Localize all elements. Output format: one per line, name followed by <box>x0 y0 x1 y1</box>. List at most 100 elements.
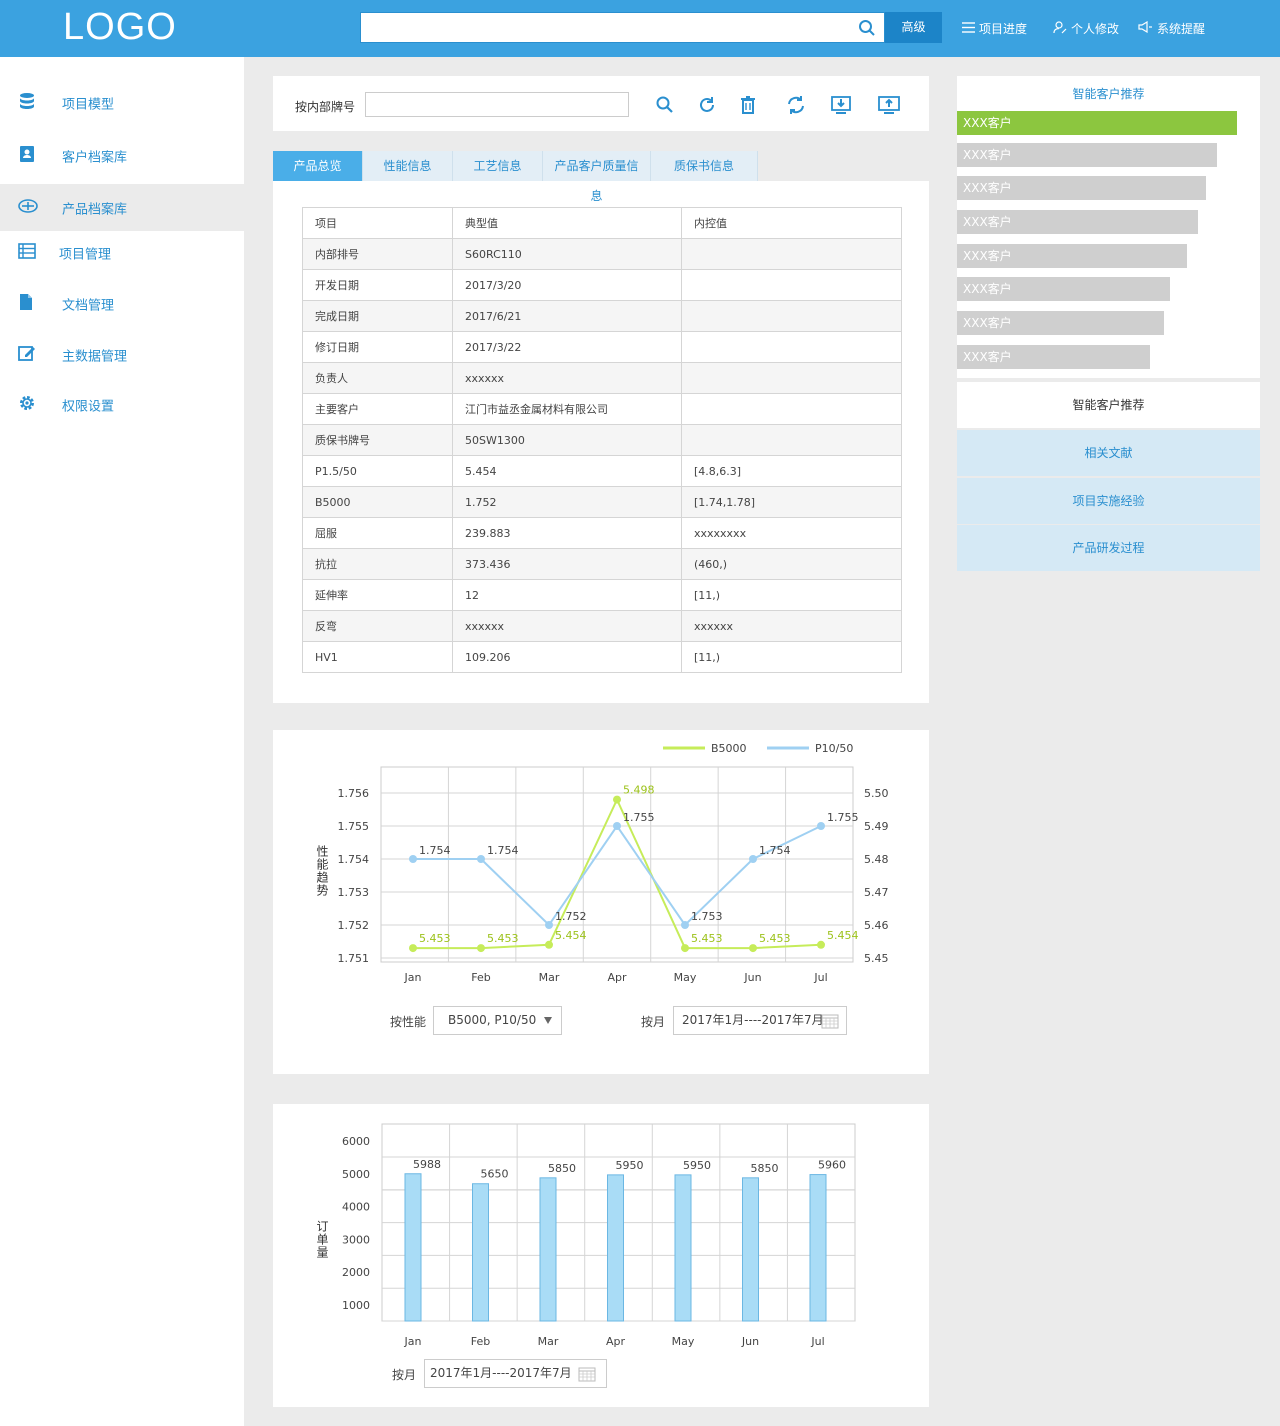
data-point <box>749 944 757 953</box>
table-row: 开发日期 2017/3/20 <box>302 269 902 301</box>
data-label: 5.453 <box>759 932 791 945</box>
bar-month-range-input[interactable]: 2017年1月----2017年7月 <box>424 1359 607 1388</box>
search-box <box>360 12 885 43</box>
data-label: 5960 <box>818 1159 846 1172</box>
data-point <box>613 795 621 804</box>
recommended-customer-bar[interactable]: XXX客户 <box>957 210 1198 234</box>
sidebar-item-project-management[interactable]: 项目管理 <box>0 228 244 278</box>
delete-icon[interactable] <box>739 95 757 118</box>
x-tick-label: Jan <box>404 1335 422 1348</box>
table-cell: 239.883 <box>452 517 682 549</box>
table-header-cell: 内控值 <box>681 207 902 239</box>
y-tick-label-right: 5.49 <box>864 820 889 833</box>
legend-label: P10/50 <box>815 742 853 755</box>
table-cell: 12 <box>452 579 682 611</box>
x-tick-label: May <box>672 1335 695 1348</box>
x-tick-label: Apr <box>606 1335 626 1348</box>
metric-filter-label: 按性能 <box>390 1015 427 1029</box>
tab-customer-quality-info[interactable]: 产品客户质量信息 <box>543 151 651 203</box>
y-tick-label-right: 5.45 <box>864 952 889 965</box>
nav-personal-edit[interactable]: 个人修改 <box>1053 20 1119 37</box>
search-icon[interactable] <box>858 19 876 40</box>
table-cell: (460,) <box>681 548 902 580</box>
related-literature-link[interactable]: 相关文献 <box>957 430 1260 476</box>
data-label: 1.754 <box>759 844 791 857</box>
recommended-customer-bar[interactable]: XXX客户 <box>957 111 1237 135</box>
project-experience-link[interactable]: 项目实施经验 <box>957 478 1260 524</box>
data-point <box>749 855 757 863</box>
sidebar-item-project-model[interactable]: 项目模型 <box>0 78 244 128</box>
bar <box>809 1174 827 1322</box>
table-row: P1.5/50 5.454 [4.8,6.3] <box>302 455 902 487</box>
month-filter-label: 按月 <box>641 1015 666 1029</box>
tab-warranty-info[interactable]: 质保书信息 <box>651 151 758 181</box>
x-tick-label: Feb <box>471 1335 490 1348</box>
archive-icon <box>18 198 38 218</box>
recommended-customer-bar[interactable]: XXX客户 <box>957 345 1150 369</box>
table-row: 抗拉 373.436 (460,) <box>302 548 902 580</box>
sidebar-item-master-data[interactable]: 主数据管理 <box>0 330 244 380</box>
recommended-customer-bar[interactable]: XXX客户 <box>957 311 1164 335</box>
data-point <box>681 921 689 929</box>
metric-select[interactable]: B5000, P10/50 <box>433 1006 562 1035</box>
table-row: B5000 1.752 [1.74,1.78] <box>302 486 902 518</box>
download-icon[interactable] <box>831 95 851 118</box>
calendar-icon <box>821 1007 839 1044</box>
table-cell: 373.436 <box>452 548 682 580</box>
x-tick-label: May <box>674 971 697 984</box>
y-tick-label-left: 1.756 <box>338 787 370 800</box>
recommended-customer-bar[interactable]: XXX客户 <box>957 176 1206 200</box>
calendar-icon <box>578 1360 596 1397</box>
y-tick-label-right: 5.47 <box>864 886 889 899</box>
document-icon <box>18 293 34 315</box>
table-cell: 2017/6/21 <box>452 300 682 332</box>
data-point <box>681 944 689 953</box>
upload-icon[interactable] <box>878 95 900 118</box>
data-label: 5988 <box>413 1158 441 1171</box>
database-icon <box>18 92 36 114</box>
tab-product-overview[interactable]: 产品总览 <box>273 151 363 181</box>
data-point <box>545 940 553 949</box>
bar-chart-ylabel: 订单量 <box>315 1220 329 1259</box>
internal-code-input[interactable] <box>365 92 629 117</box>
chevron-down-icon <box>543 1007 553 1044</box>
table-cell: 抗拉 <box>302 548 453 580</box>
table-row: 主要客户 江门市益丞金属材料有限公司 <box>302 393 902 425</box>
product-rd-process-link[interactable]: 产品研发过程 <box>957 525 1260 571</box>
sidebar-item-permissions[interactable]: 权限设置 <box>0 380 244 430</box>
table-header-row: 项目 典型值 内控值 <box>302 207 902 239</box>
month-range-input[interactable]: 2017年1月----2017年7月 <box>673 1006 847 1035</box>
recommended-customer-bar[interactable]: XXX客户 <box>957 143 1217 167</box>
data-point <box>409 944 417 953</box>
table-cell: 5.454 <box>452 455 682 487</box>
recommended-customer-bar[interactable]: XXX客户 <box>957 277 1170 301</box>
table-row: 屈服 239.883 xxxxxxxx <box>302 517 902 549</box>
data-label: 1.755 <box>623 811 655 824</box>
gear-icon <box>18 394 36 416</box>
tab-process-info[interactable]: 工艺信息 <box>453 151 543 181</box>
search-input[interactable] <box>361 13 841 42</box>
sync-icon[interactable] <box>786 95 806 118</box>
product-info-table: 项目 典型值 内控值 内部排号 S60RC110 开发日期 2017/3/20 完成日期 201… <box>302 207 902 673</box>
data-label: 5650 <box>481 1168 509 1181</box>
sidebar-item-product-archive[interactable]: 产品档案库 <box>0 184 244 231</box>
table-cell: 2017/3/20 <box>452 269 682 301</box>
table-cell: 主要客户 <box>302 393 453 425</box>
sidebar-item-label: 项目管理 <box>59 247 112 263</box>
tab-performance-info[interactable]: 性能信息 <box>363 151 453 181</box>
edit-icon <box>18 344 36 366</box>
sidebar-item-customer-archive[interactable]: 客户档案库 <box>0 131 244 181</box>
search-icon[interactable] <box>655 95 675 118</box>
advanced-search-button[interactable]: 高级 <box>885 12 942 43</box>
recommended-customer-bar[interactable]: XXX客户 <box>957 244 1187 268</box>
tab-bar: 产品总览 性能信息 工艺信息 产品客户质量信息 质保书信息 <box>273 151 758 203</box>
nav-system-alerts[interactable]: 系统提醒 <box>1138 20 1205 37</box>
table-row: 内部排号 S60RC110 <box>302 238 902 270</box>
table-cell: 1.752 <box>452 486 682 518</box>
sidebar-item-document-management[interactable]: 文档管理 <box>0 279 244 329</box>
refresh-icon[interactable] <box>697 95 717 118</box>
table-cell: B5000 <box>302 486 453 518</box>
bar <box>674 1174 692 1322</box>
nav-project-progress[interactable]: 项目进度 <box>962 20 1027 37</box>
table-cell: 质保书牌号 <box>302 424 453 456</box>
